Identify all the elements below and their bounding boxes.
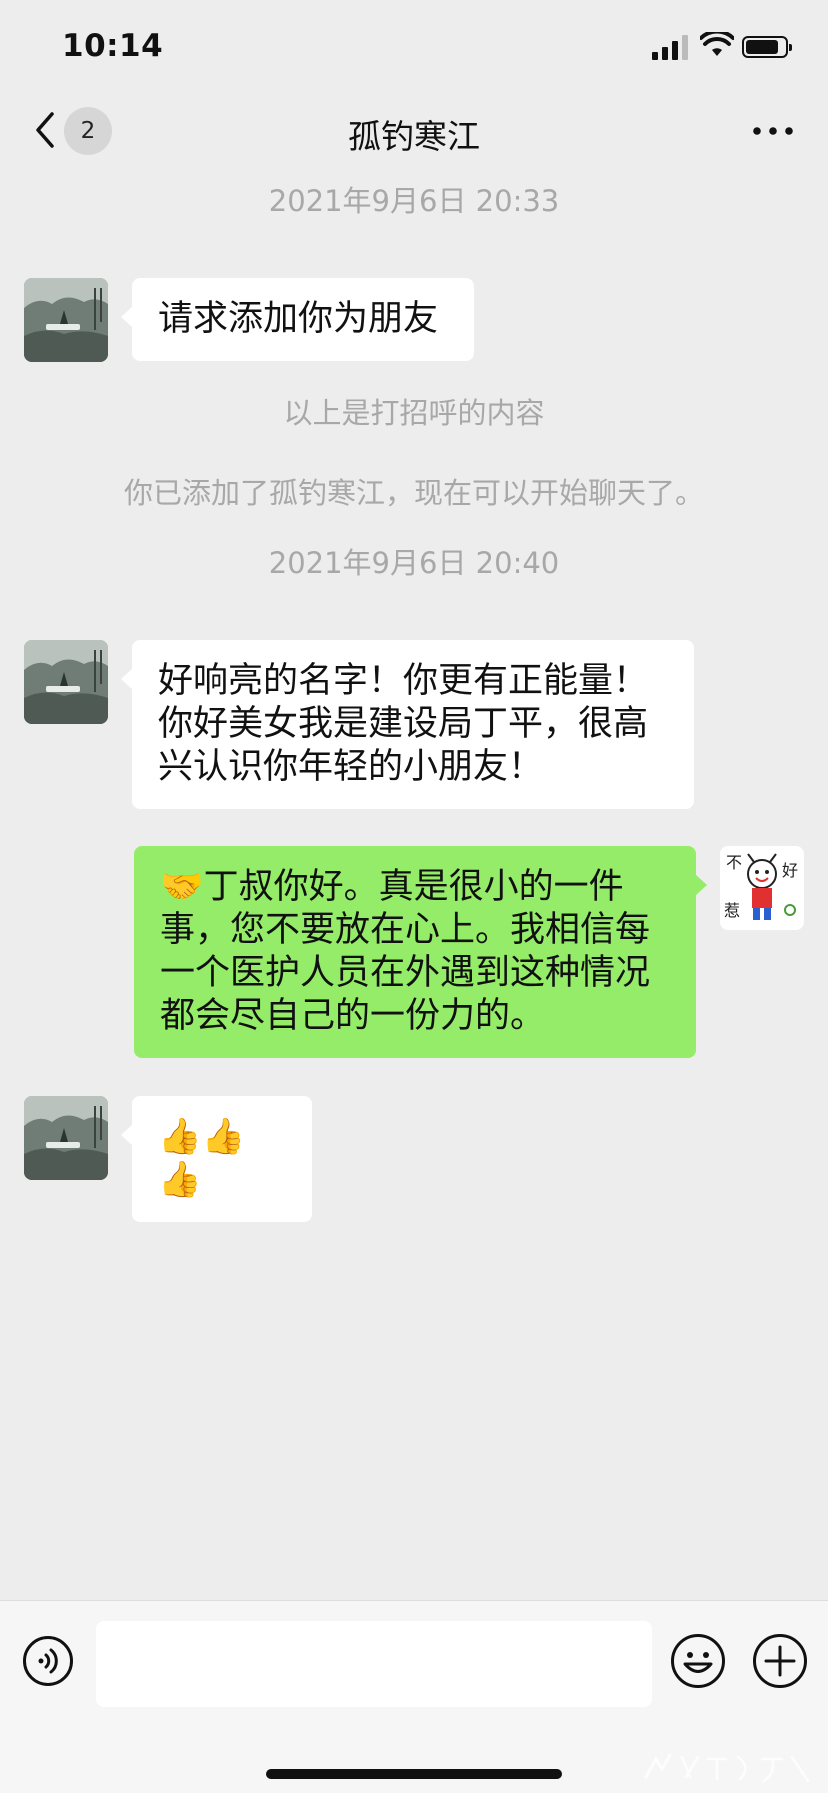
message-text: 👍👍👍 — [158, 1117, 246, 1200]
status-time: 10:14 — [62, 28, 164, 64]
more-dots-icon[interactable] — [750, 116, 796, 146]
avatar-text: 不 — [726, 853, 742, 872]
message-text: 事，您不要放在心上。我相信每 — [160, 910, 651, 950]
battery-icon — [742, 36, 792, 58]
contact-avatar[interactable] — [24, 1096, 108, 1180]
watermark-logo — [644, 1753, 810, 1783]
chat-title: 孤钓寒江 — [348, 117, 480, 156]
voice-icon[interactable] — [22, 1635, 74, 1687]
plus-icon[interactable] — [752, 1633, 808, 1689]
message-bubble-incoming[interactable]: 好响亮的名字！你更有正能量！ 你好美女我是建设局丁平，很高 兴认识你年轻的小朋友… — [121, 640, 694, 809]
contact-avatar[interactable] — [24, 640, 108, 724]
chevron-left-icon[interactable] — [28, 110, 68, 150]
system-note: 你已添加了孤钓寒江，现在可以开始聊天了。 — [123, 476, 704, 510]
message-text: 好响亮的名字！你更有正能量！ — [158, 661, 649, 701]
nav-bar: 孤钓寒江 2 — [0, 96, 828, 168]
emoji-icon[interactable] — [670, 1633, 726, 1689]
status-bar: 10:14 — [0, 0, 828, 96]
timestamp: 2021年9月6日 20:33 — [268, 184, 560, 218]
input-bar — [0, 1600, 828, 1793]
message-text: 你好美女我是建设局丁平，很高 — [158, 704, 649, 744]
message-text: 都会尽自己的一份力的。 — [160, 996, 546, 1036]
message-bubble-outgoing[interactable]: 🤝丁叔你好。真是很小的一件 事，您不要放在心上。我相信每 一个医护人员在外遇到这… — [134, 846, 707, 1058]
message-bubble-incoming[interactable]: 请求添加你为朋友 — [121, 278, 474, 361]
wifi-icon — [700, 32, 734, 56]
message-input[interactable] — [96, 1621, 652, 1707]
message-text: 兴认识你年轻的小朋友！ — [158, 747, 544, 787]
chat-area[interactable]: 2021年9月6日 20:33 请求添加你为朋友 以上是打招呼的内容 你已添加了… — [0, 168, 828, 1600]
message-text: 🤝丁叔你好。真是很小的一件 — [160, 867, 624, 907]
message-bubble-incoming[interactable]: 👍👍👍 — [121, 1096, 312, 1222]
system-note: 以上是打招呼的内容 — [283, 396, 545, 430]
unread-count-badge[interactable]: 2 — [64, 107, 112, 155]
avatar-text: 惹 — [724, 901, 740, 920]
avatar-text: 好 — [782, 861, 798, 880]
message-text: 一个医护人员在外遇到这种情况 — [160, 953, 651, 993]
signal-icon — [652, 34, 688, 60]
contact-avatar[interactable] — [24, 278, 108, 362]
timestamp: 2021年9月6日 20:40 — [268, 546, 560, 580]
home-indicator — [266, 1769, 562, 1779]
message-text: 请求添加你为朋友 — [158, 299, 439, 339]
my-avatar[interactable]: 不 好 惹 — [720, 846, 804, 930]
